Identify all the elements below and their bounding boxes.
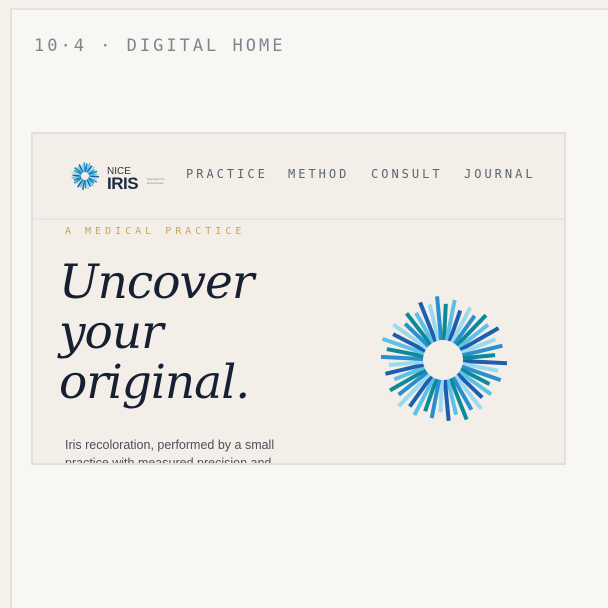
iris-ray	[463, 361, 507, 363]
nav-link-consult[interactable]: CONSULT	[371, 167, 443, 181]
nav-link-practice[interactable]: PRACTICE	[186, 167, 268, 181]
logo-tagline: Specialist Iris Recoloration	[147, 177, 171, 185]
site-logo[interactable]: NICE IRIS Specialist Iris Recoloration	[70, 161, 170, 193]
hero-headline: Uncover your original.	[59, 258, 253, 408]
nav-link-journal[interactable]: JOURNAL	[464, 167, 536, 181]
headline-line: your	[59, 308, 253, 358]
headline-line: Uncover	[59, 258, 253, 308]
iris-ray	[444, 304, 446, 340]
website-preview: NICE IRIS Specialist Iris Recoloration P…	[31, 132, 566, 465]
iris-burst-illustration	[377, 294, 509, 426]
site-header: NICE IRIS Specialist Iris Recoloration P…	[33, 134, 564, 220]
hero-eyebrow: A MEDICAL PRACTICE	[65, 226, 245, 237]
nav-link-method[interactable]: METHOD	[288, 167, 349, 181]
iris-ray	[440, 380, 442, 412]
iris-ray	[381, 357, 423, 359]
logo-iris-text: IRIS	[107, 174, 138, 194]
headline-line: original.	[59, 358, 253, 408]
iris-ray	[84, 162, 85, 172]
hero-lede: Iris recoloration, performed by a small …	[65, 436, 285, 465]
section-label: 10·4 · DIGITAL HOME	[34, 36, 285, 56]
iris-logo-icon	[70, 161, 100, 191]
